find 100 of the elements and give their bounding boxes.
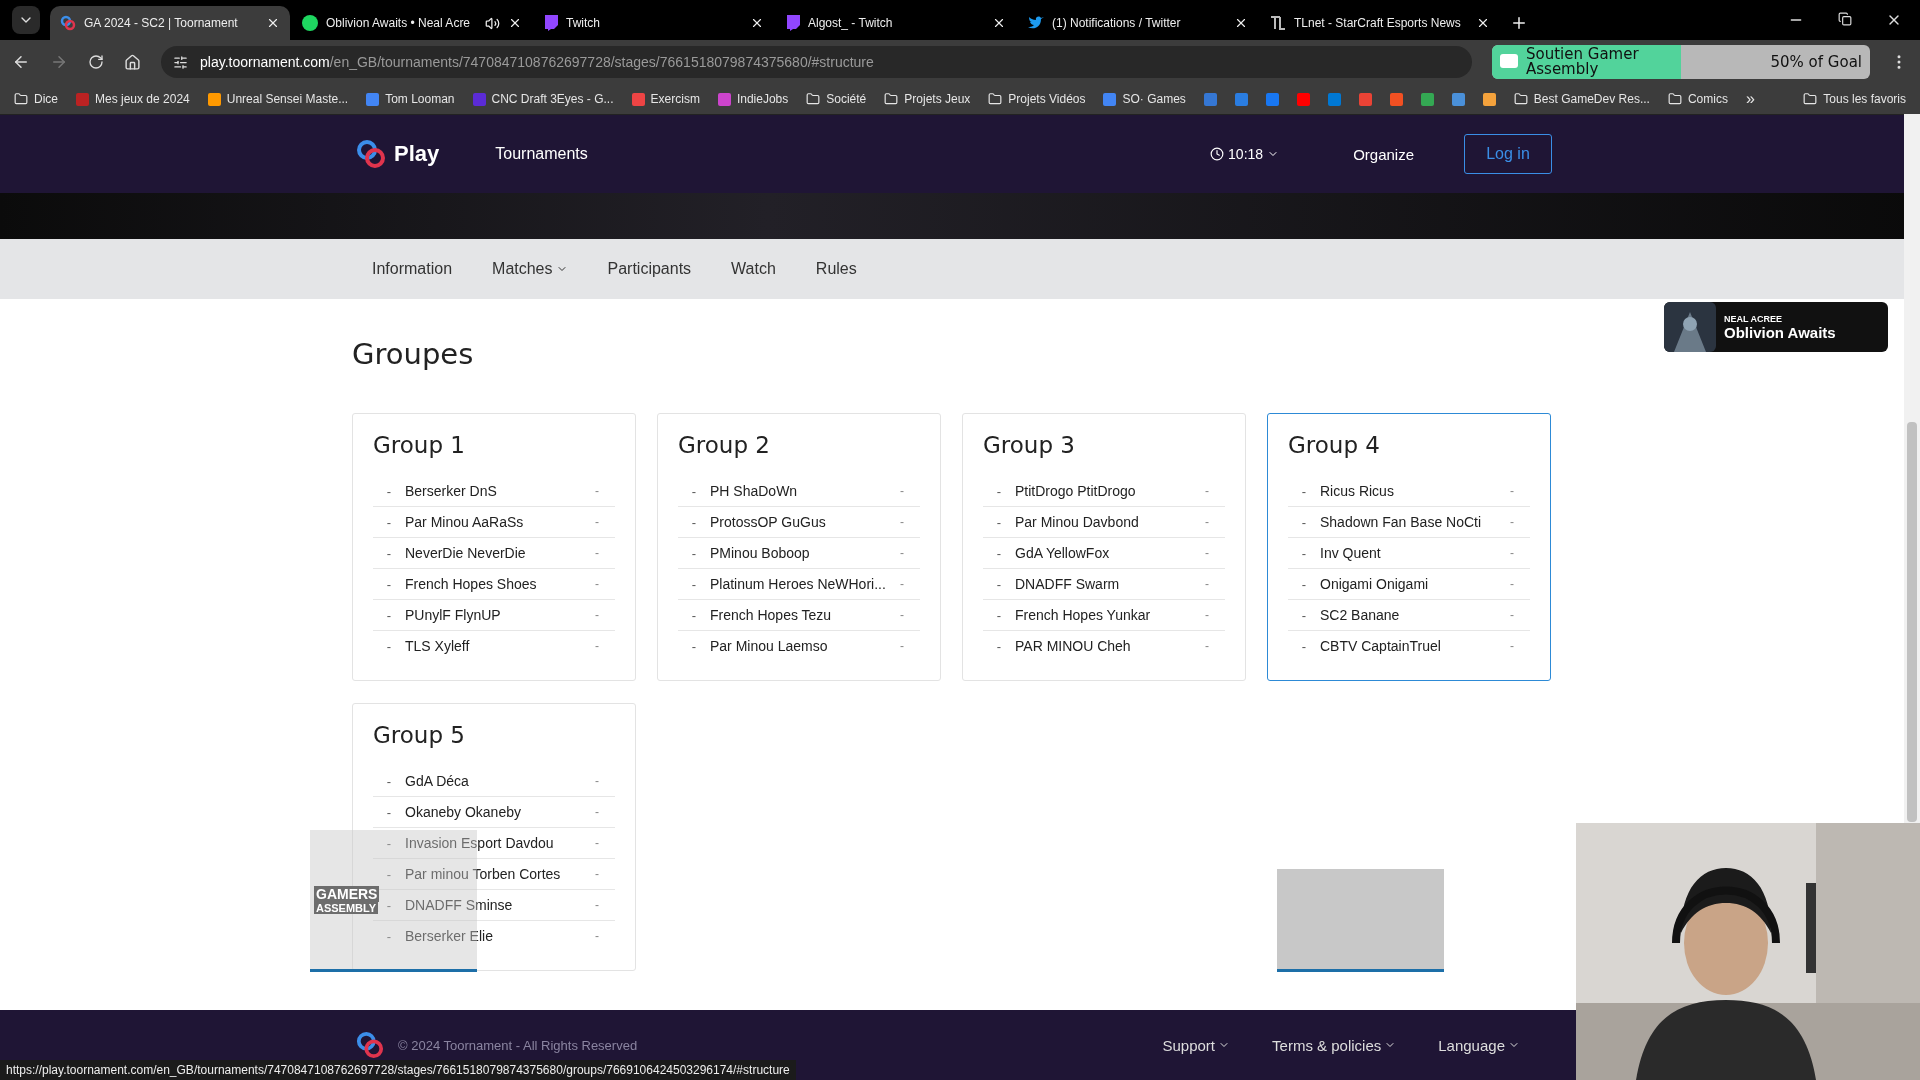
browser-tab[interactable]: Oblivion Awaits • Neal Acre [292, 6, 532, 40]
nav-link[interactable]: Tournaments [495, 145, 588, 163]
bookmark-icon[interactable] [1358, 92, 1372, 106]
bookmark[interactable]: Société [806, 92, 867, 106]
tab-search-button[interactable] [12, 6, 40, 34]
participant-name[interactable]: French Hopes Tezu [710, 607, 900, 623]
new-tab-button[interactable] [1510, 14, 1528, 32]
participant-name[interactable]: French Hopes Shoes [405, 576, 595, 592]
section-tab[interactable]: Information [372, 260, 453, 278]
participant-name[interactable]: Shadown Fan Base NoCti [1320, 514, 1510, 530]
participant-name[interactable]: Par Minou Davbond [1015, 514, 1205, 530]
bookmark-icon[interactable] [1420, 92, 1434, 106]
bookmark[interactable]: Mes jeux de 2024 [76, 92, 190, 106]
restore-icon[interactable] [1838, 12, 1852, 26]
close-icon[interactable] [1234, 16, 1248, 30]
participant-name[interactable]: Par Minou Laemso [710, 638, 900, 654]
browser-tab[interactable]: (1) Notifications / Twitter [1018, 6, 1258, 40]
participant-name[interactable]: NeverDie NeverDie [405, 545, 595, 561]
participant-name[interactable]: Okaneby Okaneby [405, 804, 595, 820]
participant-name[interactable]: Invasion Esport Davdou [405, 835, 595, 851]
close-icon[interactable] [1476, 16, 1490, 30]
bookmark-icon[interactable] [1234, 92, 1248, 106]
footer-menu[interactable]: Language [1438, 1036, 1520, 1054]
bookmark-icon[interactable] [1265, 92, 1279, 106]
speaker-icon[interactable] [485, 15, 500, 31]
participant-name[interactable]: GdA Déca [405, 773, 595, 789]
bookmark-icon[interactable] [1451, 92, 1465, 106]
site-name[interactable]: Play [394, 141, 440, 167]
section-tab[interactable]: Participants [607, 260, 692, 278]
bookmark-icon[interactable] [1203, 92, 1217, 106]
site-logo[interactable] [356, 139, 386, 169]
close-icon[interactable] [750, 16, 764, 30]
address-field[interactable]: play.toornament.com/en_GB/tournaments/7470847108762697728/stages/7661518079874375680/#structure [161, 46, 1472, 78]
rank-text: - [995, 607, 1003, 623]
footer-menu[interactable]: Terms & policies [1272, 1036, 1397, 1054]
bookmark[interactable]: Projets Jeux [884, 92, 971, 106]
participant-name[interactable]: Berserker DnS [405, 483, 595, 499]
group-card[interactable]: Group 4 - Ricus Ricus - - Shadown Fan Base NoCti - - Inv Quent - - Onigami Onigami - - SC2 Banane - - CBTV CaptainTruel - [1267, 413, 1551, 681]
bookmark[interactable]: Dice [14, 92, 58, 106]
browser-tab[interactable]: TLnet - StarCraft Esports News [1260, 6, 1500, 40]
close-icon[interactable] [266, 16, 280, 30]
bookmark[interactable]: CNC Draft 3Eyes - G... [472, 92, 614, 106]
close-icon[interactable] [508, 16, 522, 30]
participant-name[interactable]: DNADFF Sminse [405, 897, 595, 913]
bookmark-icon[interactable] [1327, 92, 1341, 106]
group-card[interactable]: Group 1 - Berserker DnS - - Par Minou AaRaSs - - NeverDie NeverDie - - French Hopes Shoes - - PUnylF FlynUP - - TLS Xyleff - [352, 413, 636, 681]
participant-name[interactable]: Onigami Onigami [1320, 576, 1510, 592]
group-card[interactable]: Group 3 - PtitDrogo PtitDrogo - - Par Minou Davbond - - GdA YellowFox - - DNADFF Swarm - - French Hopes Yunkar - - PAR MINOU Cheh - [962, 413, 1246, 681]
section-tab[interactable]: Rules [815, 260, 857, 278]
home-icon[interactable] [124, 53, 141, 71]
bookmark[interactable]: Projets Vidéos [988, 92, 1086, 106]
bookmark[interactable]: Best GameDev Res... [1513, 92, 1650, 106]
participant-name[interactable]: Berserker Elie [405, 928, 595, 944]
participant-name[interactable]: ProtossOP GuGus [710, 514, 900, 530]
bookmark-icon[interactable] [1296, 92, 1310, 106]
section-tab[interactable]: Watch [731, 260, 776, 278]
score-text: - [1510, 577, 1515, 591]
nav-link[interactable]: Organize [1353, 145, 1414, 163]
browser-tab[interactable]: GA 2024 - SC2 | Toornament [50, 6, 290, 40]
bookmark[interactable]: SO· Games [1103, 92, 1186, 106]
participant-name[interactable]: Par minou Torben Cortes [405, 866, 595, 882]
bookmark-icon[interactable] [1482, 92, 1496, 106]
bookmark[interactable]: Comics [1667, 92, 1728, 106]
bookmark[interactable]: IndieJobs [717, 92, 789, 106]
bookmark-icon[interactable] [1389, 92, 1403, 106]
participant-name[interactable]: GdA YellowFox [1015, 545, 1205, 561]
forward-icon[interactable] [50, 53, 68, 71]
bookmark[interactable]: Exercism [631, 92, 700, 106]
participant-name[interactable]: PUnylF FlynUP [405, 607, 595, 623]
reload-icon[interactable] [88, 54, 104, 70]
participant-name[interactable]: Platinum Heroes NeWHori... [710, 576, 900, 592]
footer-menu[interactable]: Support [1162, 1036, 1231, 1054]
section-tab[interactable]: Matches [492, 260, 568, 278]
participant-name[interactable]: PtitDrogo PtitDrogo [1015, 483, 1205, 499]
time-menu[interactable]: 10:18 [1210, 146, 1280, 162]
participant-name[interactable]: DNADFF Swarm [1015, 576, 1205, 592]
site-settings-icon[interactable] [173, 54, 188, 70]
bookmark[interactable]: Unreal Sensei Maste... [207, 92, 349, 106]
participant-name[interactable]: Par Minou AaRaSs [405, 514, 595, 530]
footer-logo[interactable] [356, 1031, 384, 1059]
scrollbar[interactable] [1904, 114, 1920, 823]
close-icon[interactable] [992, 16, 1006, 30]
participant-name[interactable]: PAR MINOU Cheh [1015, 638, 1205, 654]
participant-name[interactable]: PMinou Boboop [710, 545, 900, 561]
participant-name[interactable]: Inv Quent [1320, 545, 1510, 561]
bookmark[interactable]: Tous les favoris [1803, 92, 1906, 106]
participant-name[interactable]: CBTV CaptainTruel [1320, 638, 1510, 654]
bookmark[interactable]: Tom Looman [366, 92, 455, 106]
rank-text: - [995, 638, 1003, 654]
back-icon[interactable] [12, 53, 30, 71]
participant-name[interactable]: SC2 Banane [1320, 607, 1510, 623]
participant-name[interactable]: French Hopes Yunkar [1015, 607, 1205, 623]
more-bookmarks-button[interactable]: » [1745, 90, 1755, 108]
login-button[interactable]: Log in [1464, 134, 1552, 174]
group-card[interactable]: Group 2 - PH ShaDoWn - - ProtossOP GuGus - - PMinou Boboop - - Platinum Heroes NeWHori... - - French Hopes Tezu - - Par Minou Laemso - [657, 413, 941, 681]
browser-tab[interactable]: Twitch [534, 6, 774, 40]
browser-tab[interactable]: Algost_ - Twitch [776, 6, 1016, 40]
participant-name[interactable]: TLS Xyleff [405, 638, 595, 654]
participant-name[interactable]: Ricus Ricus [1320, 483, 1510, 499]
participant-name[interactable]: PH ShaDoWn [710, 483, 900, 499]
